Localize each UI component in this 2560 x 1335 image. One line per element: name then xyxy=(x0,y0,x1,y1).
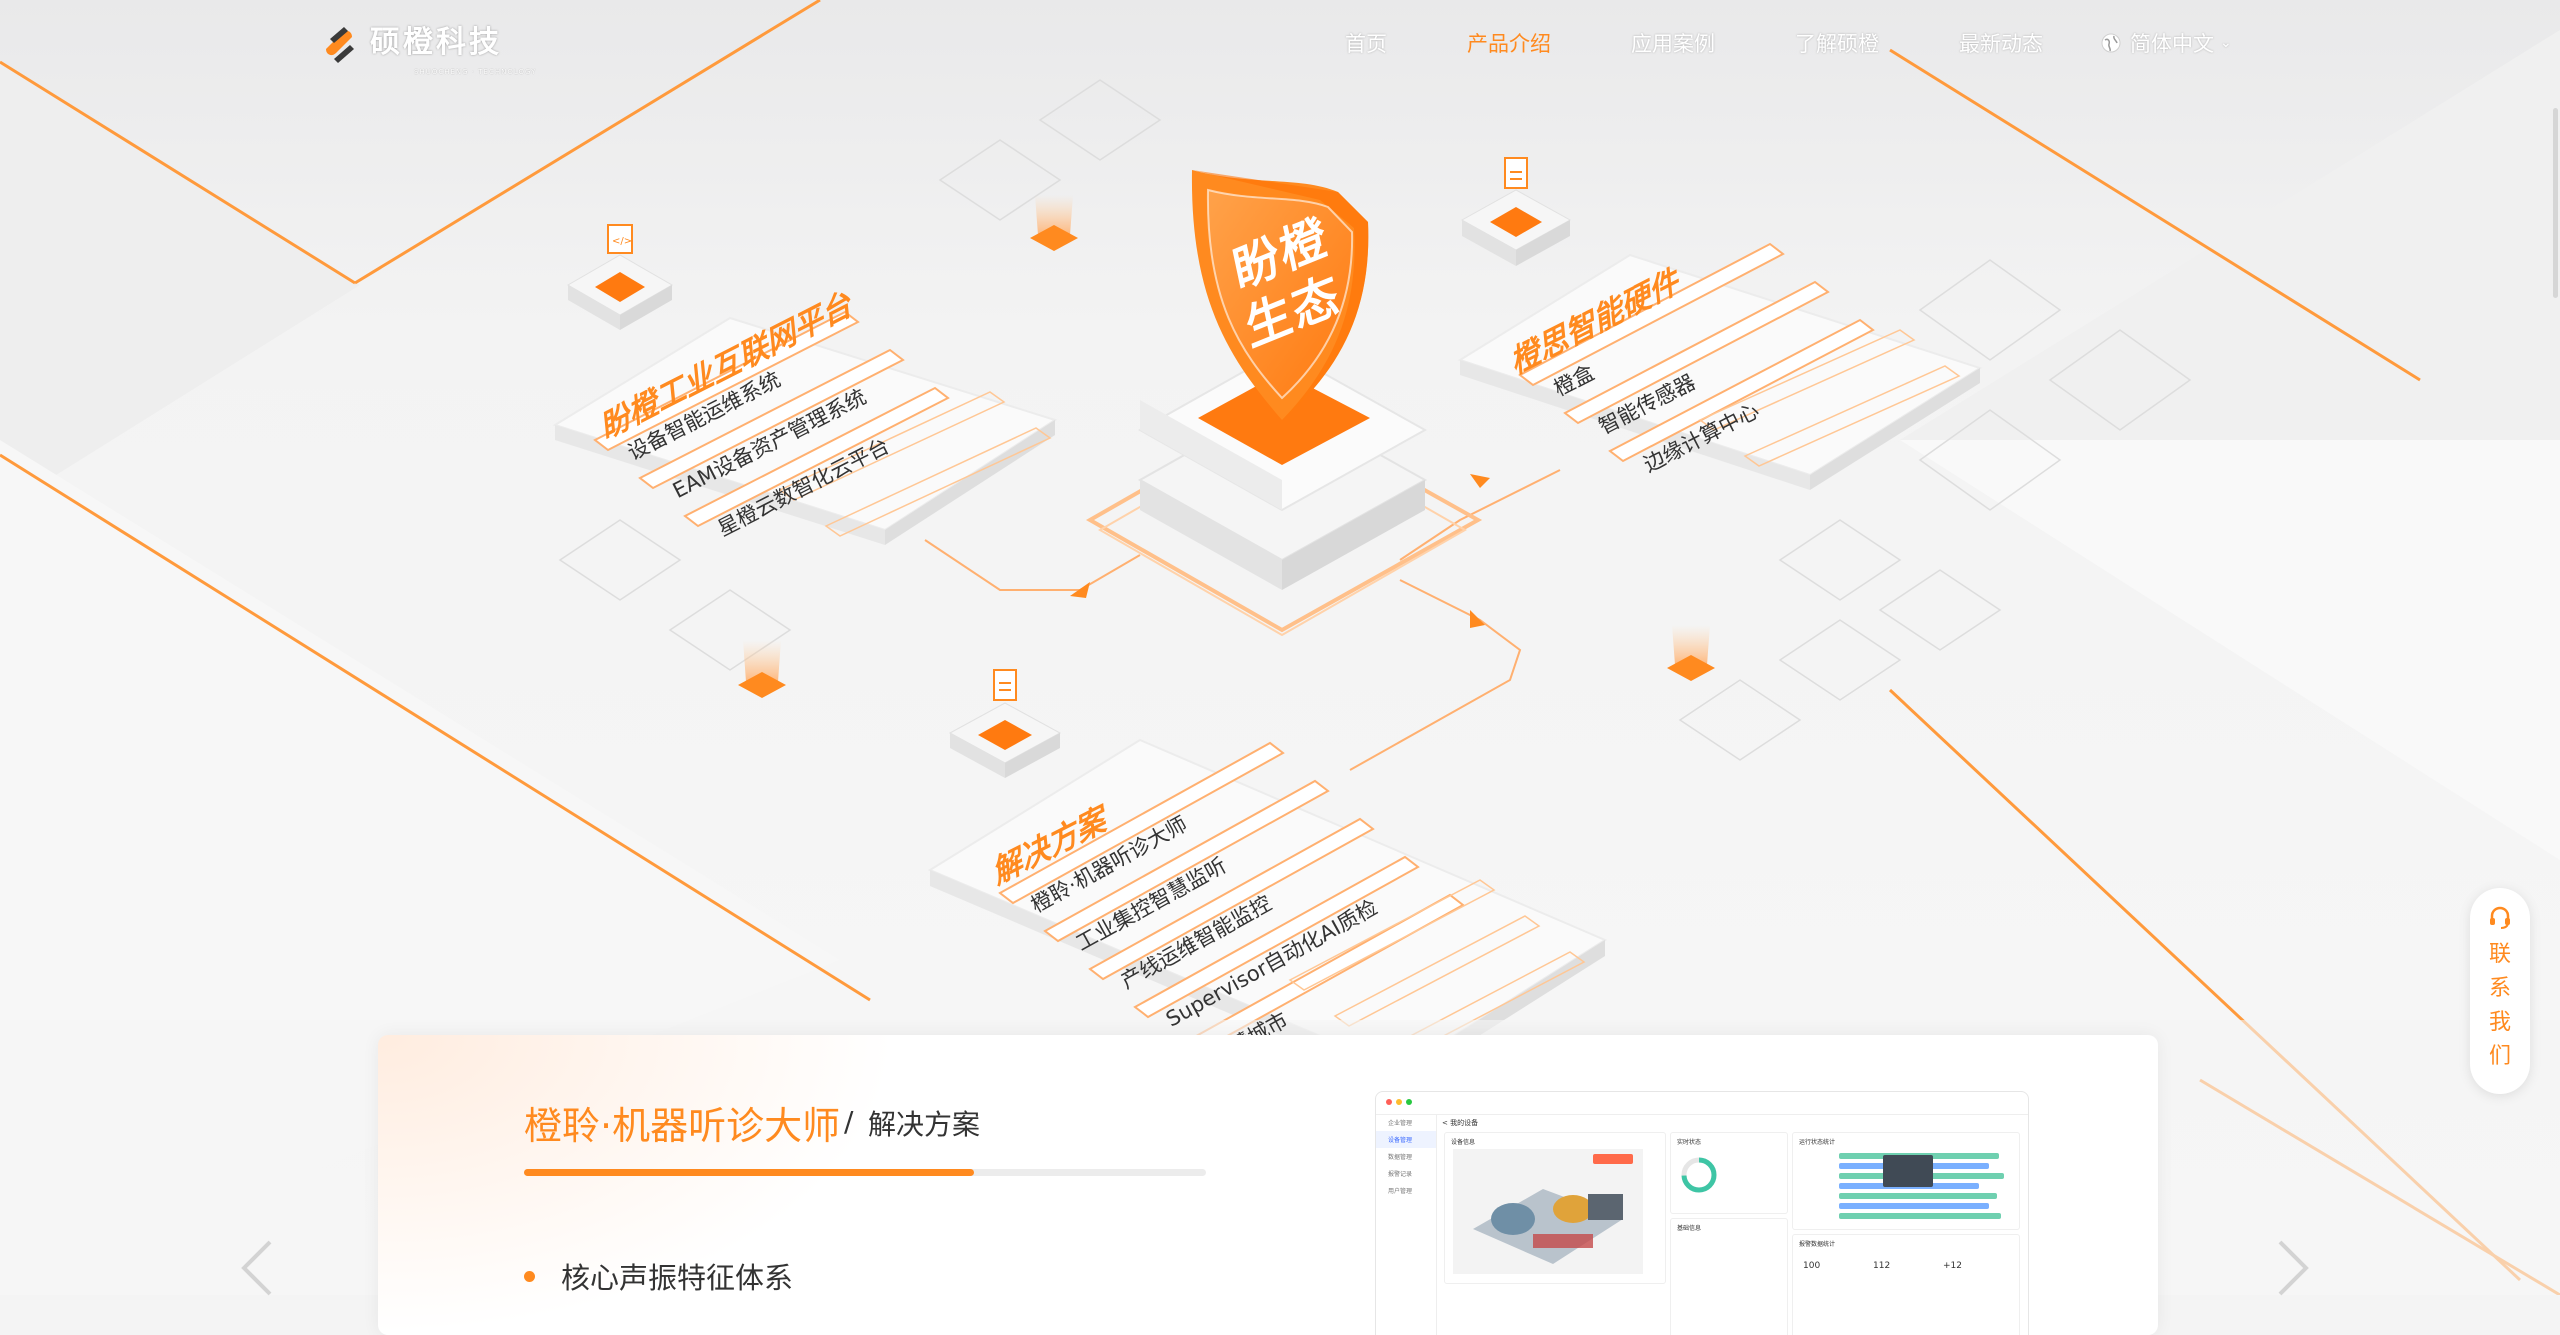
product-category: 解决方案 xyxy=(868,1108,981,1141)
main-nav: 首页 产品介绍 应用案例 了解硕橙 最新动态 xyxy=(1345,28,2123,58)
running-stats-panel: 运行状态统计 xyxy=(1792,1132,2020,1230)
logo-text: 硕橙科技 xyxy=(370,25,502,60)
bullet-dot-icon xyxy=(524,1270,535,1282)
contact-us-label: 联系我们 xyxy=(2488,942,2511,1069)
panel-label: 基础信息 xyxy=(1677,1225,1702,1232)
nav-cases[interactable]: 应用案例 xyxy=(1631,28,1715,58)
device-panel: 设备信息 xyxy=(1444,1132,1666,1284)
dash-header: < 我的设备 xyxy=(1442,1119,1479,1127)
carousel-prev-arrow-icon[interactable] xyxy=(236,1238,280,1298)
nav-news[interactable]: 最新动态 xyxy=(1959,28,2043,58)
chevron-down-icon: ⌄ xyxy=(2220,35,2232,51)
panel-label: 实时状态 xyxy=(1677,1139,1702,1146)
stat-value: 100 xyxy=(1803,1261,1821,1271)
feature-text: 核心声振特征体系 xyxy=(561,1261,794,1295)
dashboard-topbar xyxy=(1376,1092,2028,1115)
carousel-next-arrow-icon[interactable] xyxy=(2270,1238,2314,1298)
machine-image xyxy=(1453,1149,1643,1274)
status-panel: 实时状态 xyxy=(1670,1132,1788,1214)
panel-label: 报警数据统计 xyxy=(1799,1241,1836,1248)
slide-progress xyxy=(524,1169,1206,1176)
nav-about[interactable]: 了解硕橙 xyxy=(1795,28,1879,58)
dashboard-screenshot: 企业管理 设备管理 数据管理 报警记录 用户管理 < 我的设备 设备信息 实时状… xyxy=(1375,1091,2029,1335)
svg-text:</>: </> xyxy=(612,236,632,247)
nav-home[interactable]: 首页 xyxy=(1345,28,1387,58)
stat-value: 112 xyxy=(1873,1261,1891,1271)
language-label: 简体中文 xyxy=(2130,32,2214,56)
nav-products[interactable]: 产品介绍 xyxy=(1467,28,1551,58)
feature-item: 核心声振特征体系 xyxy=(524,1255,793,1297)
headset-icon xyxy=(2490,906,2510,929)
page-scrollbar[interactable] xyxy=(2553,108,2558,298)
product-card: 橙聆·机器听诊大师 / 解决方案 核心声振特征体系 企业管理 设备管理 数据管理… xyxy=(378,1035,2158,1335)
dash-side-item: 设备管理 xyxy=(1376,1131,1436,1148)
stat-value: +12 xyxy=(1943,1261,1962,1271)
brand-logo[interactable]: 硕橙科技 SHUOCHENG · TECHNOLOGY xyxy=(318,18,535,76)
title-separator: / xyxy=(844,1105,854,1138)
product-title: 橙聆·机器听诊大师 xyxy=(524,1104,841,1148)
status-ring-icon xyxy=(1681,1157,1717,1193)
logo-mark-icon xyxy=(326,27,354,63)
slide-progress-fill xyxy=(524,1169,975,1176)
dash-side-item: 企业管理 xyxy=(1388,1120,1413,1127)
dash-side-item: 报警记录 xyxy=(1388,1171,1413,1178)
panel-label: 运行状态统计 xyxy=(1799,1139,1836,1146)
alarm-stats-panel: 报警数据统计 100 112 +12 xyxy=(1792,1234,2020,1335)
globe-icon xyxy=(2101,33,2121,53)
site-header: 硕橙科技 SHUOCHENG · TECHNOLOGY 首页 产品介绍 应用案例… xyxy=(0,0,2560,90)
language-switcher[interactable]: 简体中文 ⌄ xyxy=(2100,28,2232,58)
logo-subtext: SHUOCHENG · TECHNOLOGY xyxy=(414,68,537,76)
contact-us-widget[interactable]: 联系我们 xyxy=(2470,888,2530,1094)
dash-side-item: 用户管理 xyxy=(1388,1188,1413,1195)
dashboard-sidebar: 企业管理 设备管理 数据管理 报警记录 用户管理 xyxy=(1376,1114,1437,1335)
panel-label: 设备信息 xyxy=(1451,1139,1476,1146)
info-panel: 基础信息 xyxy=(1670,1218,1788,1335)
dash-side-item: 数据管理 xyxy=(1388,1154,1413,1161)
